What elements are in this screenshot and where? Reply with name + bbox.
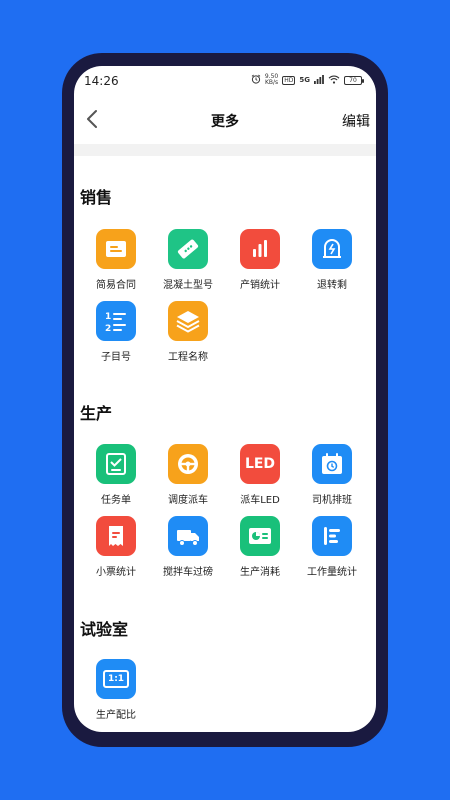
ticket-icon [168,229,208,269]
led-icon-text: LED [244,456,276,472]
app-screen: 14:26 9.50 KB/s HD 5G 70 更多 编辑 销售 简易合同 混… [74,66,376,732]
svg-text:2: 2 [105,324,111,334]
menu-item-production-consumption[interactable]: 生产消耗 [224,516,296,578]
contract-icon [96,229,136,269]
truck-icon [168,516,208,556]
network-type: 5G [299,76,310,84]
menu-item-label: 退转剩 [317,280,347,291]
section-title-production: 生产 [80,404,113,423]
return-icon [312,229,352,269]
hd-badge: HD [282,75,296,85]
status-icons: 9.50 KB/s HD 5G 70 [251,74,364,86]
edit-button[interactable]: 编辑 [342,111,370,131]
workload-icon [312,516,352,556]
menu-item-label: 产销统计 [240,280,280,291]
ratio-icon-text: 1:1 [107,674,125,684]
net-speed-unit: KB/s [264,79,279,86]
menu-item-dispatch-vehicle[interactable]: 调度派车 [152,444,224,506]
pie-card-icon [240,516,280,556]
menu-item-task-order[interactable]: 任务单 [80,444,152,506]
menu-item-production-ratio[interactable]: 1:1 生产配比 [80,659,152,721]
ratio-icon: 1:1 [96,659,136,699]
calendar-icon [312,444,352,484]
menu-item-driver-schedule[interactable]: 司机排班 [296,444,368,506]
ratio-icon-badge: 1:1 [103,670,129,688]
net-speed: 9.50 KB/s [265,74,278,86]
led-icon: LED [240,444,280,484]
menu-item-label: 调度派车 [168,495,208,506]
menu-item-mixer-weighing[interactable]: 搅拌车过磅 [152,516,224,578]
hd-label: HD [284,76,294,84]
layers-icon [168,301,208,341]
menu-item-label: 派车LED [240,495,280,506]
menu-item-label: 搅拌车过磅 [163,567,213,578]
alarm-icon [251,74,261,86]
menu-item-label: 混凝土型号 [163,280,213,291]
task-list-icon [96,444,136,484]
section-title-sales: 销售 [80,188,113,207]
svg-text:1: 1 [105,312,111,322]
numbered-list-icon: 12 [96,301,136,341]
bar-chart-icon [240,229,280,269]
menu-item-label: 工作量统计 [307,567,357,578]
menu-item-label: 生产消耗 [240,567,280,578]
status-time: 14:26 [84,74,119,88]
status-bar: 14:26 9.50 KB/s HD 5G 70 [74,66,376,98]
menu-item-label: 司机排班 [312,495,352,506]
menu-item-sub-item-number[interactable]: 12 子目号 [80,301,152,363]
section-title-laboratory: 试验室 [80,620,129,639]
wifi-icon [328,75,340,86]
menu-item-label: 小票统计 [96,567,136,578]
menu-item-production-sales-stats[interactable]: 产销统计 [224,229,296,291]
steering-wheel-icon [168,444,208,484]
receipt-icon [96,516,136,556]
menu-item-dispatch-led[interactable]: LED 派车LED [224,444,296,506]
menu-item-label: 子目号 [101,352,131,363]
header-divider [74,144,376,156]
menu-item-simple-contract[interactable]: 简易合同 [80,229,152,291]
menu-item-concrete-model[interactable]: 混凝土型号 [152,229,224,291]
menu-item-label: 简易合同 [96,280,136,291]
nav-bar: 更多 编辑 [74,102,376,136]
page-title: 更多 [211,114,239,130]
battery-level: 70 [349,76,357,84]
signal-icon [314,74,324,86]
menu-item-label: 任务单 [101,495,131,506]
menu-item-label: 生产配比 [96,710,136,721]
menu-item-ticket-stats[interactable]: 小票统计 [80,516,152,578]
menu-item-label: 工程名称 [168,352,208,363]
battery-indicator: 70 [344,75,364,85]
menu-item-return-transfer[interactable]: 退转剩 [296,229,368,291]
menu-item-workload-stats[interactable]: 工作量统计 [296,516,368,578]
menu-item-project-name[interactable]: 工程名称 [152,301,224,363]
